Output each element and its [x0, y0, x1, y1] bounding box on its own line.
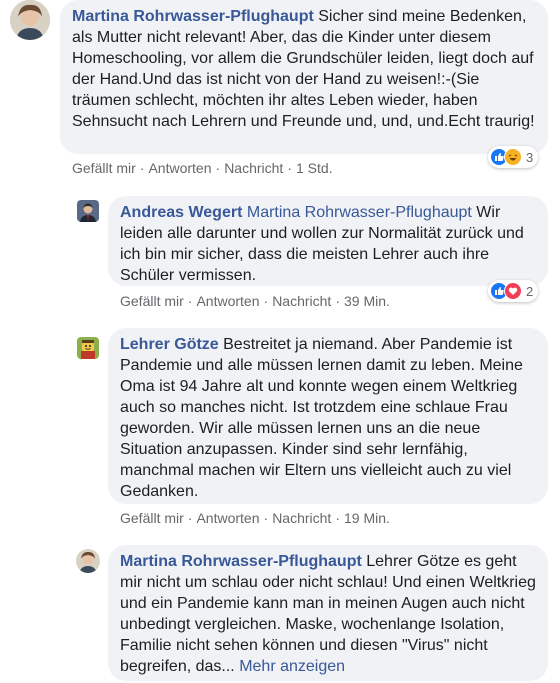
comment-bubble: Martina Rohrwasser-Pflughaupt Sicher sin…: [60, 0, 548, 154]
reaction-summary[interactable]: 2: [488, 280, 539, 302]
separator: ·: [187, 293, 193, 309]
reply-bubble: Andreas Wegert Martina Rohrwasser-Pflugh…: [108, 196, 548, 286]
comment-actions: Gefällt mir · Antworten · Nachricht · 19 Min.: [120, 510, 390, 526]
message-link[interactable]: Nachricht: [272, 293, 331, 309]
separator: ·: [263, 510, 269, 526]
reply-bubble: Martina Rohrwasser-Pflughaupt Lehrer Göt…: [108, 545, 548, 681]
reply-bubble: Lehrer Götze Bestreitet ja niemand. Aber…: [108, 328, 548, 504]
comment-author[interactable]: Lehrer Götze: [120, 336, 219, 353]
separator: ·: [187, 510, 193, 526]
reply-link[interactable]: Antworten: [196, 293, 259, 309]
comment-author[interactable]: Andreas Wegert: [120, 204, 242, 221]
mention-link[interactable]: Martina Rohrwasser-Pflughaupt: [247, 204, 472, 221]
reaction-count: 3: [526, 149, 534, 165]
separator: ·: [335, 293, 340, 309]
separator: ·: [287, 160, 292, 176]
timestamp[interactable]: 1 Std.: [296, 160, 333, 176]
separator: ·: [139, 160, 145, 176]
separator: ·: [335, 510, 340, 526]
comment-actions: Gefällt mir · Antworten · Nachricht · 39 Min.: [120, 293, 390, 309]
love-icon: [504, 282, 522, 300]
comment-text: Sicher sind meine Bedenken, als Mutter n…: [72, 8, 535, 130]
comment-text: Lehrer Götze es geht mir nicht um schlau…: [120, 553, 536, 675]
separator: ·: [263, 293, 269, 309]
like-link[interactable]: Gefällt mir: [120, 293, 184, 309]
reaction-count: 2: [526, 283, 534, 299]
like-link[interactable]: Gefällt mir: [120, 510, 184, 526]
message-link[interactable]: Nachricht: [272, 510, 331, 526]
reply-link[interactable]: Antworten: [148, 160, 211, 176]
like-link[interactable]: Gefällt mir: [72, 160, 136, 176]
comment-author[interactable]: Martina Rohrwasser-Pflughaupt: [120, 553, 362, 570]
comment-author[interactable]: Martina Rohrwasser-Pflughaupt: [72, 8, 314, 25]
timestamp[interactable]: 19 Min.: [344, 510, 390, 526]
see-more-link[interactable]: Mehr anzeigen: [239, 658, 345, 675]
message-link[interactable]: Nachricht: [224, 160, 283, 176]
avatar-lehrer-goetze[interactable]: [77, 337, 99, 359]
comment-actions: Gefällt mir · Antworten · Nachricht · 1 Std.: [72, 160, 333, 176]
avatar-martina[interactable]: [76, 549, 100, 573]
comment-text: Bestreitet ja niemand. Aber Pandemie ist…: [120, 336, 523, 500]
haha-icon: [504, 148, 522, 166]
separator: ·: [215, 160, 221, 176]
timestamp[interactable]: 39 Min.: [344, 293, 390, 309]
reply-link[interactable]: Antworten: [196, 510, 259, 526]
reaction-summary[interactable]: 3: [488, 146, 539, 168]
avatar-andreas[interactable]: [77, 200, 99, 222]
avatar-martina[interactable]: [10, 0, 50, 40]
